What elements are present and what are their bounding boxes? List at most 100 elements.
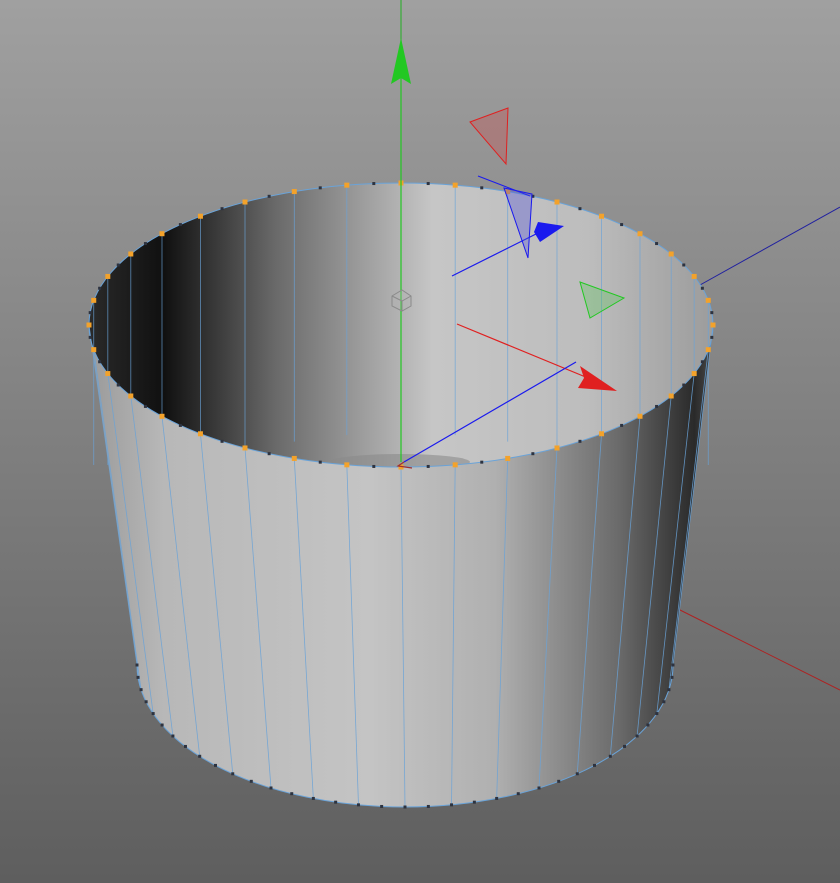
bottom-rim-point[interactable] bbox=[380, 804, 384, 808]
top-rim-point[interactable] bbox=[637, 413, 643, 419]
3d-viewport[interactable] bbox=[0, 0, 840, 883]
bottom-rim-point[interactable] bbox=[249, 779, 253, 783]
top-rim-midpoint[interactable] bbox=[318, 186, 322, 190]
bottom-rim-point[interactable] bbox=[144, 700, 148, 704]
top-rim-midpoint[interactable] bbox=[178, 423, 182, 427]
top-rim-midpoint[interactable] bbox=[682, 263, 686, 267]
bottom-rim-point[interactable] bbox=[135, 663, 139, 667]
top-rim-midpoint[interactable] bbox=[372, 182, 376, 186]
top-rim-midpoint[interactable] bbox=[143, 242, 147, 246]
top-rim-point[interactable] bbox=[452, 182, 458, 188]
top-rim-point[interactable] bbox=[452, 462, 458, 468]
top-rim-midpoint[interactable] bbox=[426, 182, 430, 186]
bottom-rim-point[interactable] bbox=[151, 712, 155, 716]
bottom-rim-point[interactable] bbox=[231, 772, 235, 776]
bottom-rim-point[interactable] bbox=[171, 734, 175, 738]
bottom-rim-point[interactable] bbox=[623, 744, 627, 748]
top-rim-point[interactable] bbox=[86, 322, 92, 328]
bottom-rim-point[interactable] bbox=[426, 804, 430, 808]
top-rim-point[interactable] bbox=[691, 273, 697, 279]
bottom-rim-point[interactable] bbox=[334, 800, 338, 804]
top-rim-midpoint[interactable] bbox=[267, 194, 271, 198]
top-rim-midpoint[interactable] bbox=[480, 186, 484, 190]
bottom-rim-point[interactable] bbox=[557, 779, 561, 783]
top-rim-midpoint[interactable] bbox=[480, 460, 484, 464]
top-rim-midpoint[interactable] bbox=[116, 383, 120, 387]
top-rim-point[interactable] bbox=[668, 393, 674, 399]
bottom-rim-point[interactable] bbox=[403, 805, 407, 809]
top-rim-point[interactable] bbox=[197, 213, 203, 219]
top-rim-midpoint[interactable] bbox=[710, 311, 714, 315]
top-rim-point[interactable] bbox=[128, 251, 134, 257]
bottom-rim-point[interactable] bbox=[593, 763, 597, 767]
top-rim-point[interactable] bbox=[91, 347, 97, 353]
bottom-rim-point[interactable] bbox=[662, 700, 666, 704]
top-rim-midpoint[interactable] bbox=[620, 223, 624, 227]
top-rim-midpoint[interactable] bbox=[578, 439, 582, 443]
viewport-scene[interactable] bbox=[0, 0, 840, 883]
top-rim-point[interactable] bbox=[599, 213, 605, 219]
bottom-rim-point[interactable] bbox=[608, 754, 612, 758]
top-rim-midpoint[interactable] bbox=[116, 263, 120, 267]
top-rim-point[interactable] bbox=[197, 431, 203, 437]
top-rim-point[interactable] bbox=[159, 413, 165, 419]
bottom-rim-point[interactable] bbox=[655, 712, 659, 716]
top-rim-point[interactable] bbox=[710, 322, 716, 328]
top-rim-midpoint[interactable] bbox=[88, 335, 92, 339]
top-rim-point[interactable] bbox=[291, 189, 297, 195]
bottom-rim-point[interactable] bbox=[646, 723, 650, 727]
top-rim-midpoint[interactable] bbox=[98, 286, 102, 290]
bottom-rim-point[interactable] bbox=[575, 772, 579, 776]
top-rim-point[interactable] bbox=[637, 231, 643, 237]
top-rim-midpoint[interactable] bbox=[88, 311, 92, 315]
top-rim-point[interactable] bbox=[242, 445, 248, 451]
bottom-rim-point[interactable] bbox=[667, 688, 671, 692]
top-rim-midpoint[interactable] bbox=[710, 335, 714, 339]
bottom-rim-point[interactable] bbox=[670, 675, 674, 679]
bottom-rim-point[interactable] bbox=[139, 688, 143, 692]
top-rim-midpoint[interactable] bbox=[531, 452, 535, 456]
top-rim-midpoint[interactable] bbox=[700, 286, 704, 290]
top-rim-midpoint[interactable] bbox=[620, 423, 624, 427]
top-rim-midpoint[interactable] bbox=[426, 464, 430, 468]
top-rim-midpoint[interactable] bbox=[267, 452, 271, 456]
bottom-rim-point[interactable] bbox=[450, 803, 454, 807]
bottom-rim-point[interactable] bbox=[136, 675, 140, 679]
bottom-rim-point[interactable] bbox=[671, 663, 675, 667]
top-rim-point[interactable] bbox=[691, 371, 697, 377]
bottom-rim-point[interactable] bbox=[516, 792, 520, 796]
top-rim-point[interactable] bbox=[105, 273, 111, 279]
top-rim-point[interactable] bbox=[554, 199, 560, 205]
top-rim-midpoint[interactable] bbox=[143, 404, 147, 408]
top-rim-point[interactable] bbox=[668, 251, 674, 257]
top-rim-point[interactable] bbox=[505, 455, 511, 461]
top-rim-midpoint[interactable] bbox=[655, 404, 659, 408]
top-rim-point[interactable] bbox=[159, 231, 165, 237]
top-rim-point[interactable] bbox=[128, 393, 134, 399]
bottom-rim-point[interactable] bbox=[160, 723, 164, 727]
top-rim-midpoint[interactable] bbox=[178, 223, 182, 227]
top-rim-midpoint[interactable] bbox=[98, 360, 102, 364]
top-rim-midpoint[interactable] bbox=[682, 383, 686, 387]
top-rim-point[interactable] bbox=[705, 347, 711, 353]
top-rim-midpoint[interactable] bbox=[220, 207, 224, 211]
bottom-rim-point[interactable] bbox=[311, 796, 315, 800]
bottom-rim-point[interactable] bbox=[356, 803, 360, 807]
top-rim-point[interactable] bbox=[242, 199, 248, 205]
top-rim-point[interactable] bbox=[599, 431, 605, 437]
bottom-rim-point[interactable] bbox=[269, 786, 273, 790]
bottom-rim-point[interactable] bbox=[635, 734, 639, 738]
top-rim-point[interactable] bbox=[291, 455, 297, 461]
top-rim-midpoint[interactable] bbox=[372, 464, 376, 468]
top-rim-point[interactable] bbox=[91, 297, 97, 303]
bottom-rim-point[interactable] bbox=[537, 786, 541, 790]
bottom-rim-point[interactable] bbox=[183, 744, 187, 748]
top-rim-midpoint[interactable] bbox=[700, 360, 704, 364]
top-rim-point[interactable] bbox=[705, 297, 711, 303]
top-rim-midpoint[interactable] bbox=[318, 460, 322, 464]
top-rim-midpoint[interactable] bbox=[220, 439, 224, 443]
bottom-rim-point[interactable] bbox=[472, 800, 476, 804]
bottom-rim-point[interactable] bbox=[213, 763, 217, 767]
top-rim-midpoint[interactable] bbox=[578, 207, 582, 211]
top-rim-point[interactable] bbox=[554, 445, 560, 451]
